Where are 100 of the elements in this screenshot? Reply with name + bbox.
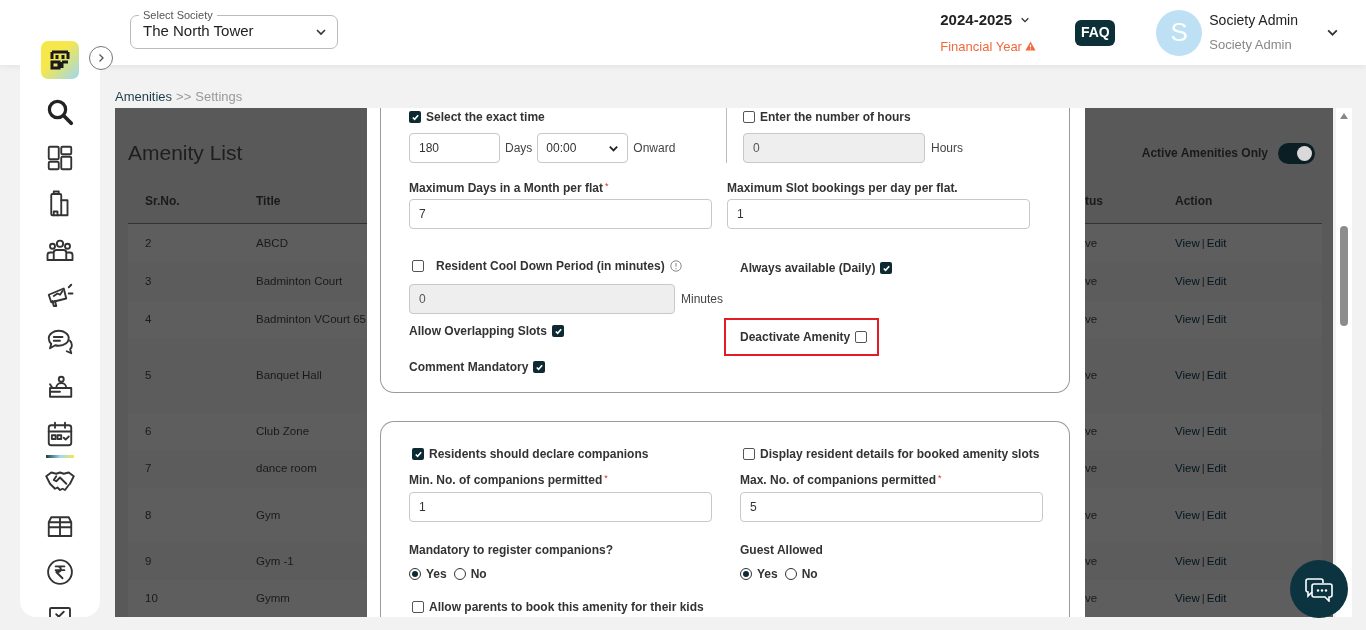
view-link[interactable]: View: [1175, 234, 1200, 253]
radio-label: Yes: [426, 567, 447, 581]
checkbox[interactable]: [743, 448, 755, 460]
edit-link[interactable]: Edit: [1206, 506, 1227, 525]
field-label: Max. No. of companions permitted: [740, 473, 937, 487]
radio-button[interactable]: [453, 568, 466, 580]
checkbox[interactable]: [409, 111, 421, 123]
required-mark: *: [938, 473, 942, 483]
logo-mark-icon: [49, 49, 71, 71]
checkbox[interactable]: [412, 448, 424, 460]
checkbox[interactable]: [412, 260, 424, 272]
checkbox[interactable]: [855, 331, 868, 343]
checkbox[interactable]: [880, 262, 893, 274]
radio-button[interactable]: [740, 568, 752, 580]
unit-label: Minutes: [681, 292, 724, 306]
required-mark: *: [604, 473, 608, 483]
avatar: S: [1156, 9, 1203, 56]
link-separator: |: [1201, 311, 1205, 327]
calendar-icon: [45, 419, 75, 449]
table-cell: Badminton Court: [256, 275, 343, 288]
radio-label: No: [470, 567, 487, 581]
table-cell: 6: [145, 424, 152, 437]
breadcrumb-link[interactable]: Amenities: [115, 86, 173, 107]
column-header: Sr.No.: [145, 193, 180, 208]
link-separator: |: [1201, 591, 1205, 607]
checkbox[interactable]: [743, 111, 755, 123]
table-cell: ve: [1085, 592, 1098, 605]
time-select[interactable]: 00:00: [537, 133, 629, 163]
year-select[interactable]: 2024-2025: [940, 9, 1030, 32]
chevron-right-icon: [96, 53, 106, 63]
link-separator: |: [1201, 461, 1205, 477]
edit-link[interactable]: Edit: [1206, 234, 1227, 253]
edit-link[interactable]: Edit: [1206, 310, 1227, 329]
edit-link[interactable]: Edit: [1206, 273, 1227, 291]
edit-link[interactable]: Edit: [1206, 366, 1227, 385]
link-separator: |: [1201, 507, 1205, 523]
input-field[interactable]: 7: [409, 199, 712, 229]
toggle-label: Active Amenities Only: [1141, 145, 1268, 162]
chat-icon: [45, 327, 75, 357]
unit-label: Hours: [931, 141, 963, 155]
scrollbar-thumb[interactable]: [1340, 226, 1348, 326]
field-label: Select the exact time: [426, 110, 545, 124]
view-link[interactable]: View: [1175, 552, 1200, 571]
radio-label: Yes: [757, 567, 778, 581]
link-separator: |: [1201, 553, 1205, 569]
view-link[interactable]: View: [1175, 422, 1200, 441]
warning-icon: [1024, 41, 1036, 52]
view-link[interactable]: View: [1175, 590, 1200, 608]
input-field[interactable]: 1: [409, 492, 712, 522]
table-cell: ABCD: [256, 236, 288, 249]
table-cell: 3: [145, 275, 152, 288]
input-field[interactable]: 5: [740, 492, 1043, 522]
scroll-up-icon: [1339, 112, 1349, 120]
view-link[interactable]: View: [1175, 460, 1200, 478]
view-link[interactable]: View: [1175, 366, 1200, 385]
column-header: Action: [1175, 193, 1213, 208]
table-cell: ve: [1085, 312, 1098, 325]
radio-label: No: [801, 567, 818, 581]
link-separator: |: [1201, 235, 1205, 251]
table-cell: Badminton VCourt 65: [256, 312, 366, 325]
breadcrumb-current: Settings: [195, 87, 243, 106]
edit-link[interactable]: Edit: [1206, 590, 1227, 608]
table-cell: 9: [145, 554, 152, 567]
field-label: Allow parents to book this amenity for their kids: [429, 600, 704, 614]
field-label: Maximum Slot bookings per day per flat.: [727, 181, 958, 195]
checkbox[interactable]: [533, 361, 546, 373]
table-cell: ve: [1085, 275, 1098, 288]
table-cell: ve: [1085, 508, 1098, 521]
table-cell: 2: [145, 236, 152, 249]
table-cell: ve: [1085, 424, 1098, 437]
user-role: Society Admin: [1209, 36, 1293, 55]
view-link[interactable]: View: [1175, 310, 1200, 329]
toggle-switch[interactable]: [1278, 142, 1315, 164]
radio-button[interactable]: [784, 568, 797, 580]
field-label: Display resident details for booked amenity slots: [760, 447, 1040, 461]
input-field[interactable]: 1: [727, 199, 1030, 229]
table-cell: Gym: [256, 508, 281, 521]
scrollbar[interactable]: [1336, 108, 1352, 617]
field-label: Guest Allowed: [740, 543, 823, 557]
edit-link[interactable]: Edit: [1206, 422, 1227, 441]
link-separator: |: [1201, 274, 1205, 290]
column-header: tus: [1085, 193, 1103, 208]
list-title: Amenity List: [128, 140, 243, 167]
user-name: Society Admin: [1209, 11, 1298, 31]
input-field[interactable]: 180: [409, 133, 500, 163]
checkbox[interactable]: [552, 325, 565, 337]
field-label: Residents should declare companions: [429, 447, 649, 461]
checkbox[interactable]: [412, 601, 424, 613]
faq-button[interactable]: FAQ: [1075, 19, 1116, 46]
rupee-icon: [45, 557, 75, 587]
radio-button[interactable]: [409, 568, 421, 580]
field-label: Comment Mandatory: [409, 360, 529, 374]
view-link[interactable]: View: [1175, 273, 1200, 291]
table-cell: 7: [145, 462, 152, 475]
edit-link[interactable]: Edit: [1206, 460, 1227, 478]
view-link[interactable]: View: [1175, 506, 1200, 525]
unit-label: Days: [505, 140, 533, 157]
required-mark: *: [605, 181, 609, 191]
edit-link[interactable]: Edit: [1206, 552, 1227, 571]
table-cell: ve: [1085, 554, 1098, 567]
